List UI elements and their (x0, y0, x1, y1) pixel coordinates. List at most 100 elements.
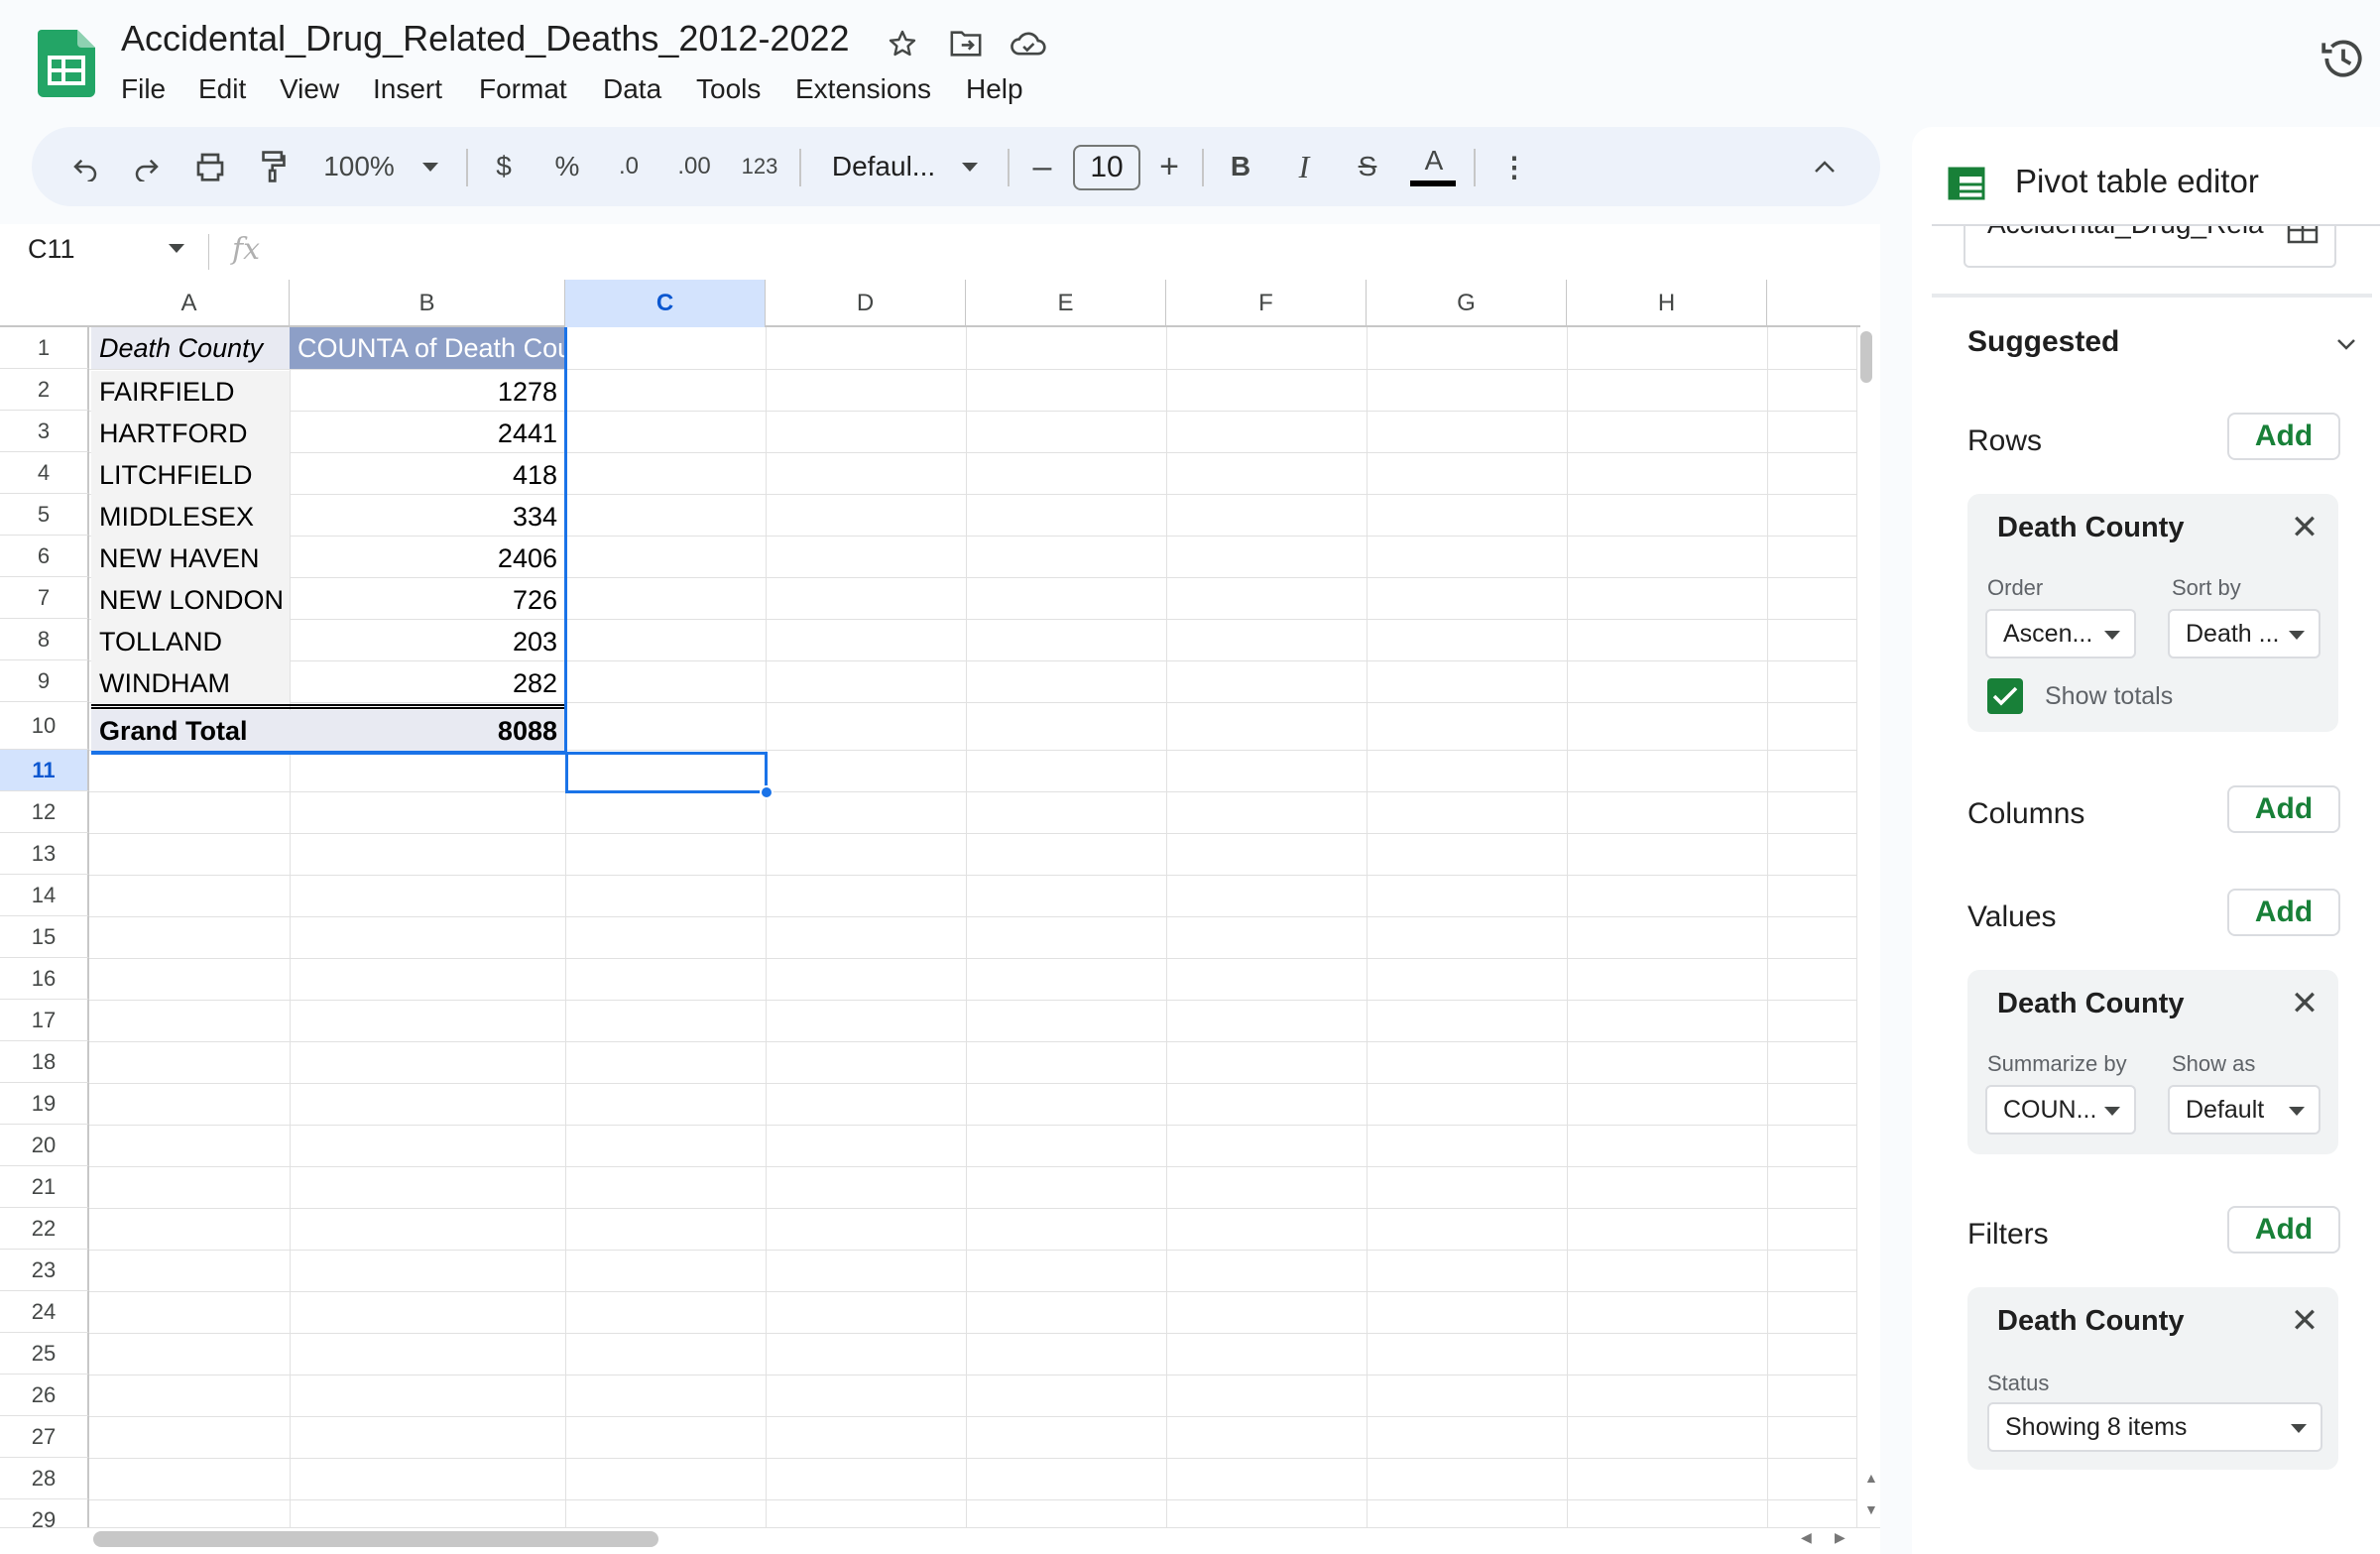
pivot-grand-total-value[interactable]: 8088 (290, 710, 565, 752)
font-size-increase-button[interactable]: + (1152, 145, 1186, 188)
chevron-down-icon[interactable] (2336, 337, 2356, 351)
row-header-26[interactable]: 26 (0, 1375, 89, 1416)
star-icon[interactable] (881, 22, 924, 65)
pivot-count-cell[interactable]: 203 (290, 621, 565, 662)
pivot-count-cell[interactable]: 2441 (290, 413, 565, 454)
increase-decimal-button[interactable]: .00 (670, 145, 718, 188)
name-box[interactable]: C11 (28, 234, 75, 265)
suggested-section[interactable]: Suggested (1967, 325, 2119, 359)
row-header-17[interactable]: 17 (0, 1000, 89, 1041)
menu-extensions[interactable]: Extensions (795, 73, 931, 105)
pivot-county-cell[interactable]: TOLLAND (91, 621, 290, 662)
menu-format[interactable]: Format (479, 73, 567, 105)
row-header-24[interactable]: 24 (0, 1291, 89, 1333)
pivot-county-cell[interactable]: LITCHFIELD (91, 454, 290, 496)
pivot-count-cell[interactable]: 2406 (290, 538, 565, 579)
column-header-b[interactable]: B (290, 280, 565, 327)
data-range-input[interactable]: Accidental_Drug_Rela (1964, 226, 2336, 268)
strikethrough-button[interactable]: S (1351, 145, 1384, 188)
font-size-decrease-button[interactable]: – (1025, 145, 1059, 188)
add-row-button[interactable]: Add (2227, 413, 2340, 460)
cloud-status-icon[interactable] (1008, 22, 1051, 65)
row-header-6[interactable]: 6 (0, 536, 89, 577)
pivot-count-cell[interactable]: 418 (290, 454, 565, 496)
number-format-button[interactable]: 123 (736, 145, 783, 188)
pivot-county-cell[interactable]: HARTFORD (91, 413, 290, 454)
redo-icon[interactable] (125, 145, 169, 188)
print-icon[interactable] (188, 145, 232, 188)
row-header-19[interactable]: 19 (0, 1083, 89, 1125)
menu-data[interactable]: Data (603, 73, 661, 105)
sort-by-dropdown[interactable]: Death ... (2168, 609, 2320, 658)
row-header-16[interactable]: 16 (0, 958, 89, 1000)
font-select[interactable]: Defaul... (825, 145, 942, 188)
column-header-f[interactable]: F (1166, 280, 1367, 327)
undo-icon[interactable] (63, 145, 107, 188)
collapse-toolbar-icon[interactable] (1807, 145, 1843, 188)
pivot-count-cell[interactable]: 726 (290, 579, 565, 621)
row-header-15[interactable]: 15 (0, 916, 89, 958)
pivot-count-cell[interactable]: 282 (290, 662, 565, 704)
column-header-a[interactable]: A (89, 280, 290, 327)
vertical-scrollbar-thumb[interactable] (1860, 331, 1872, 383)
row-header-1[interactable]: 1 (0, 327, 89, 369)
pivot-county-cell[interactable]: MIDDLESEX (91, 496, 290, 538)
row-header-10[interactable]: 10 (0, 702, 89, 750)
row-header-18[interactable]: 18 (0, 1041, 89, 1083)
currency-button[interactable]: $ (488, 145, 520, 188)
sheets-logo-icon[interactable] (38, 30, 95, 97)
bold-button[interactable]: B (1226, 145, 1255, 188)
font-size-input[interactable]: 10 (1073, 145, 1140, 190)
pivot-county-cell[interactable]: WINDHAM (91, 662, 290, 704)
show-as-dropdown[interactable]: Default (2168, 1085, 2320, 1135)
remove-row-field-close-icon[interactable]: ✕ (2287, 509, 2322, 546)
document-title[interactable]: Accidental_Drug_Related_Deaths_2012-2022 (121, 18, 850, 60)
fill-handle[interactable] (760, 785, 774, 799)
scroll-left-arrow-icon[interactable]: ◀ (1801, 1529, 1812, 1546)
row-header-3[interactable]: 3 (0, 411, 89, 452)
more-options-icon[interactable]: ⋮ (1499, 145, 1529, 188)
select-range-grid-icon[interactable] (2287, 226, 2319, 244)
selected-cell[interactable] (565, 752, 768, 793)
column-header-d[interactable]: D (766, 280, 966, 327)
move-folder-icon[interactable] (944, 22, 988, 65)
row-header-28[interactable]: 28 (0, 1458, 89, 1499)
row-header-9[interactable]: 9 (0, 660, 89, 702)
pivot-county-cell[interactable]: NEW HAVEN (91, 538, 290, 579)
row-header-22[interactable]: 22 (0, 1208, 89, 1250)
menu-edit[interactable]: Edit (198, 73, 246, 105)
order-dropdown[interactable]: Ascen... (1985, 609, 2136, 658)
row-header-23[interactable]: 23 (0, 1250, 89, 1291)
pivot-grand-total-label[interactable]: Grand Total (91, 710, 290, 752)
row-header-7[interactable]: 7 (0, 577, 89, 619)
pivot-value-header[interactable]: COUNTA of Death County (290, 327, 565, 369)
percent-button[interactable]: % (549, 145, 585, 188)
row-header-21[interactable]: 21 (0, 1166, 89, 1208)
row-header-27[interactable]: 27 (0, 1416, 89, 1458)
row-header-11[interactable]: 11 (0, 750, 89, 791)
row-header-4[interactable]: 4 (0, 452, 89, 494)
column-header-e[interactable]: E (966, 280, 1166, 327)
vertical-scrollbar-track[interactable] (1856, 327, 1880, 1527)
pivot-count-cell[interactable]: 334 (290, 496, 565, 538)
horizontal-scrollbar-thumb[interactable] (93, 1531, 658, 1547)
menu-file[interactable]: File (121, 73, 166, 105)
add-column-button[interactable]: Add (2227, 785, 2340, 833)
scroll-up-arrow-icon[interactable]: ▲ (1864, 1470, 1878, 1486)
filter-status-dropdown[interactable]: Showing 8 items (1987, 1402, 2322, 1452)
menu-help[interactable]: Help (966, 73, 1023, 105)
paint-format-icon[interactable] (252, 145, 296, 188)
summarize-by-dropdown[interactable]: COUN... (1985, 1085, 2136, 1135)
menu-insert[interactable]: Insert (373, 73, 442, 105)
column-header-g[interactable]: G (1367, 280, 1567, 327)
row-header-13[interactable]: 13 (0, 833, 89, 875)
scroll-right-arrow-icon[interactable]: ▶ (1835, 1529, 1845, 1546)
row-header-2[interactable]: 2 (0, 369, 89, 411)
row-header-12[interactable]: 12 (0, 791, 89, 833)
show-totals-checkbox[interactable] (1987, 678, 2023, 714)
add-value-button[interactable]: Add (2227, 889, 2340, 936)
row-header-25[interactable]: 25 (0, 1333, 89, 1375)
menu-view[interactable]: View (280, 73, 339, 105)
italic-button[interactable]: I (1289, 145, 1319, 188)
zoom-select[interactable]: 100% (319, 145, 399, 188)
